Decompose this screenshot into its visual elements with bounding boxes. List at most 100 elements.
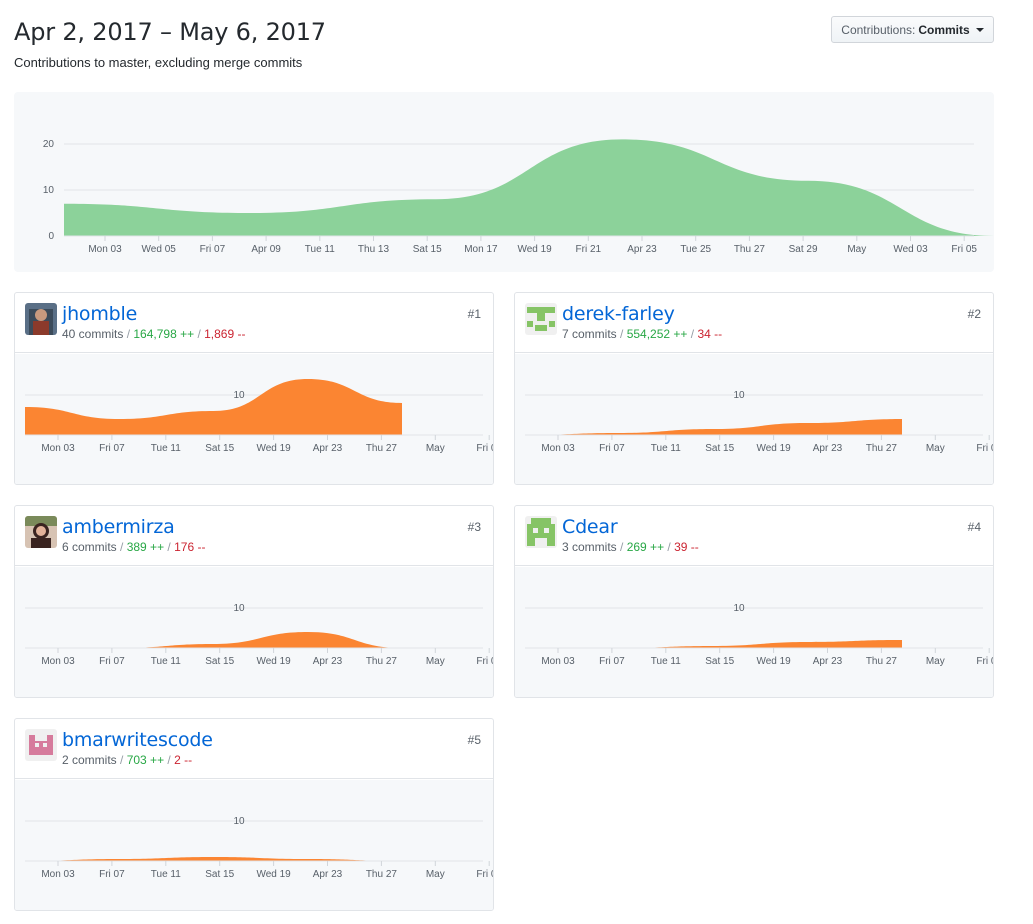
- y-tick-label: 10: [233, 816, 245, 827]
- x-tick-label: Mon 17: [464, 244, 498, 255]
- contributor-username-link[interactable]: Cdear: [562, 516, 618, 538]
- x-tick-label: Apr 23: [627, 244, 657, 255]
- x-tick-label: Wed 19: [256, 443, 291, 454]
- x-tick-label: Thu 27: [366, 443, 398, 454]
- commit-count-link[interactable]: 2 commits: [62, 753, 117, 767]
- x-tick-label: May: [926, 656, 945, 667]
- photo-avatar-icon[interactable]: [25, 303, 57, 335]
- x-tick-label: Tue 25: [680, 244, 711, 255]
- series-area: [25, 379, 402, 435]
- x-tick-label: Fri 07: [99, 869, 125, 880]
- contributor-chart-svg: 10 Mon 03 Fri 07 Tue 11 Sat 15 Wed 19 Apr 23 Th…: [25, 816, 493, 880]
- contributor-username-link[interactable]: derek-farley: [562, 303, 675, 325]
- x-tick-label: Fri 07: [99, 656, 125, 667]
- commit-count-link[interactable]: 6 commits: [62, 540, 117, 554]
- y-tick-label: 10: [733, 603, 745, 614]
- identicon-pink-avatar-icon[interactable]: [25, 729, 57, 761]
- deletions-count: 39 --: [674, 540, 699, 554]
- contributor-card-header: ambermirza 6 commits / 389 ++ / 176 -- #…: [15, 506, 493, 566]
- x-tick-label: Wed 19: [517, 244, 552, 255]
- y-tick-label: 10: [233, 390, 245, 401]
- contributor-card: bmarwritescode 2 commits / 703 ++ / 2 --…: [14, 718, 494, 911]
- x-tick-label: Wed 19: [256, 869, 291, 880]
- contributor-rank: #4: [967, 520, 981, 534]
- x-tick-label: Sat 15: [205, 656, 234, 667]
- y-tick-label: 10: [43, 185, 55, 196]
- x-tick-label: Sat 29: [789, 244, 818, 255]
- x-tick-label: Thu 13: [358, 244, 390, 255]
- series-area: [64, 139, 994, 236]
- contributor-rank: #3: [467, 520, 481, 534]
- photo-avatar-icon[interactable]: [25, 516, 57, 548]
- contributor-stats: 40 commits / 164,798 ++ / 1,869 --: [62, 327, 246, 341]
- contributor-chart-svg: 10 Mon 03 Fri 07 Tue 11 Sat 15 Wed 19 Apr 23 Th…: [25, 379, 493, 454]
- contributor-stats: 6 commits / 389 ++ / 176 --: [62, 540, 206, 554]
- x-tick-label: Thu 27: [366, 869, 398, 880]
- x-tick-label: Tue 11: [151, 869, 181, 880]
- contributions-label: Contributions:: [841, 22, 916, 37]
- contributor-card: derek-farley 7 commits / 554,252 ++ / 34…: [514, 292, 994, 485]
- y-tick-label: 0: [48, 231, 54, 242]
- contributor-card: Cdear 3 commits / 269 ++ / 39 -- #4 10 Mo…: [514, 505, 994, 698]
- x-tick-label: May: [426, 656, 445, 667]
- x-tick-label: Fri 05: [476, 443, 493, 454]
- x-tick-label: Wed 03: [893, 244, 928, 255]
- identicon-green-avatar-icon[interactable]: [525, 303, 557, 335]
- x-tick-label: Sat 15: [205, 869, 234, 880]
- x-tick-label: Mon 03: [541, 443, 575, 454]
- x-tick-label: Fri 21: [576, 244, 602, 255]
- x-tick-label: Thu 27: [866, 656, 898, 667]
- x-tick-label: Thu 27: [366, 656, 398, 667]
- x-tick-label: Sat 15: [705, 656, 734, 667]
- x-tick-label: Fri 05: [951, 244, 977, 255]
- contributor-username-link[interactable]: ambermirza: [62, 516, 175, 538]
- y-tick-label: 10: [733, 390, 745, 401]
- x-tick-label: Fri 05: [476, 656, 493, 667]
- x-tick-label: May: [926, 443, 945, 454]
- page-title: Apr 2, 2017 – May 6, 2017: [14, 18, 326, 46]
- contributor-username-link[interactable]: jhomble: [62, 303, 137, 325]
- x-tick-label: May: [426, 869, 445, 880]
- contributor-card: jhomble 40 commits / 164,798 ++ / 1,869 …: [14, 292, 494, 485]
- x-tick-label: Apr 09: [251, 244, 281, 255]
- y-tick-label: 10: [233, 603, 245, 614]
- x-tick-label: Wed 19: [756, 443, 791, 454]
- x-tick-label: Apr 23: [813, 656, 843, 667]
- additions-count: 269 ++: [626, 540, 665, 554]
- contributor-rank: #1: [467, 307, 481, 321]
- contributor-stats: 7 commits / 554,252 ++ / 34 --: [562, 327, 723, 341]
- x-tick-label: Sat 15: [705, 443, 734, 454]
- x-tick-label: Fri 07: [599, 656, 625, 667]
- x-tick-label: Wed 05: [142, 244, 177, 255]
- contributor-username-link[interactable]: bmarwritescode: [62, 729, 213, 751]
- commit-count-link[interactable]: 7 commits: [562, 327, 617, 341]
- x-tick-label: Fri 05: [976, 656, 993, 667]
- contributor-rank: #2: [967, 307, 981, 321]
- identicon-green-avatar-icon[interactable]: [525, 516, 557, 548]
- page-subtitle: Contributions to master, excluding merge…: [14, 55, 303, 70]
- main-chart-svg: 0 10 20 Mon 03 Wed 05 Fri 07 Apr 09 Tue 11 Thu 1…: [43, 139, 994, 255]
- x-tick-label: Fri 07: [599, 443, 625, 454]
- x-tick-label: Mon 03: [541, 656, 575, 667]
- series-area: [525, 640, 902, 648]
- contributor-card: ambermirza 6 commits / 389 ++ / 176 -- #…: [14, 505, 494, 698]
- additions-count: 164,798 ++: [133, 327, 195, 341]
- commit-count-link[interactable]: 3 commits: [562, 540, 617, 554]
- x-tick-label: Tue 11: [651, 656, 681, 667]
- contributions-value: Commits: [918, 22, 970, 37]
- deletions-count: 176 --: [174, 540, 206, 554]
- x-tick-label: Tue 11: [151, 443, 181, 454]
- x-tick-label: Fri 05: [976, 443, 993, 454]
- x-tick-label: Tue 11: [651, 443, 681, 454]
- deletions-count: 2 --: [174, 753, 193, 767]
- y-tick-label: 20: [43, 139, 55, 150]
- x-tick-label: Apr 23: [313, 656, 343, 667]
- x-tick-label: Sat 15: [413, 244, 442, 255]
- commit-count-link[interactable]: 40 commits: [62, 327, 123, 341]
- x-tick-label: Apr 23: [813, 443, 843, 454]
- x-tick-label: Thu 27: [734, 244, 766, 255]
- contributions-dropdown-button[interactable]: Contributions: Commits: [831, 16, 994, 43]
- x-tick-label: Apr 23: [313, 443, 343, 454]
- contributor-chart: 10 Mon 03 Fri 07 Tue 11 Sat 15 Wed 19 Apr 23 Th…: [15, 354, 493, 484]
- deletions-count: 1,869 --: [204, 327, 246, 341]
